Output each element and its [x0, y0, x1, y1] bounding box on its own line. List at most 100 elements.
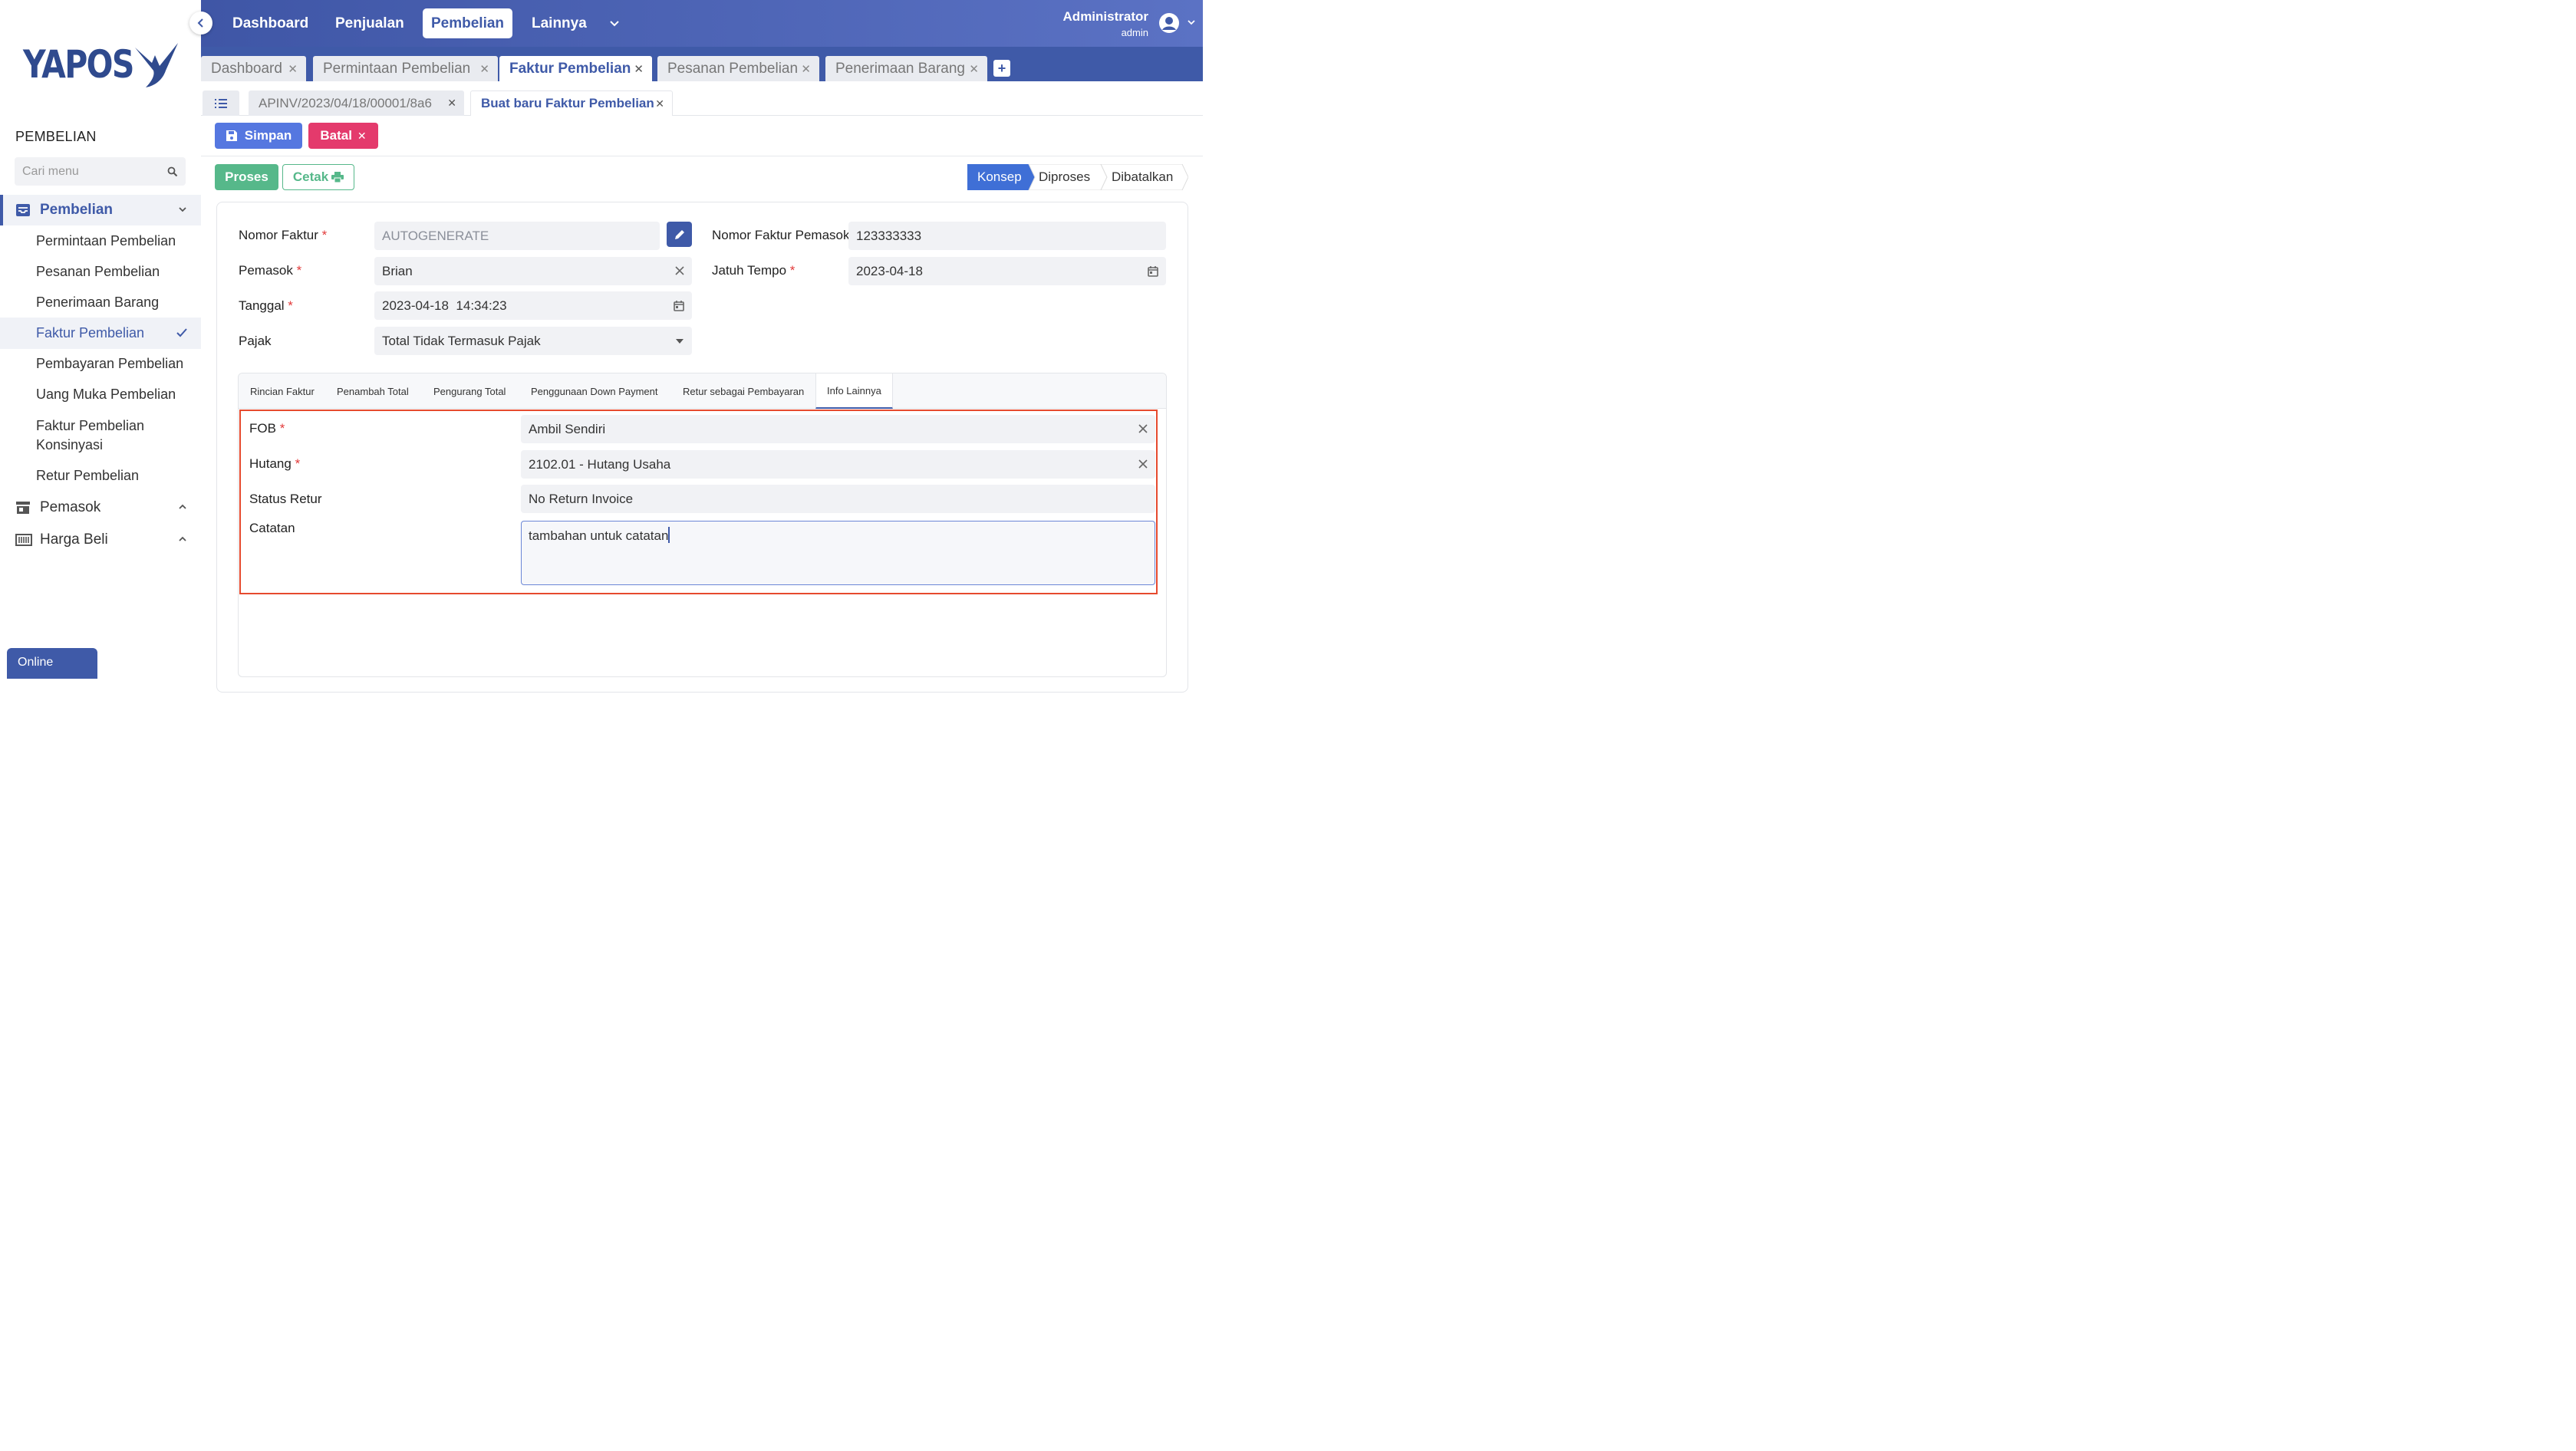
menu-search[interactable] — [15, 157, 186, 186]
sidebar-item-label: Faktur Pembelian — [36, 325, 145, 341]
pemasok-select[interactable]: Brian — [374, 257, 692, 285]
required-mark: * — [789, 263, 796, 278]
hutang-label: Hutang * — [249, 456, 300, 472]
sidebar-group-pemasok[interactable]: Pemasok — [0, 492, 201, 523]
status-step-dibatalkan[interactable]: Dibatalkan — [1112, 169, 1173, 185]
action-bar: Simpan Batal ✕ — [201, 116, 1203, 156]
tanggal-field[interactable]: 2023-04-18 14:34:23 — [374, 291, 692, 320]
required-mark: * — [288, 298, 293, 313]
process-button[interactable]: Proses — [215, 164, 278, 190]
tab-label: Faktur Pembelian — [509, 60, 631, 77]
clear-icon[interactable] — [675, 266, 684, 275]
menu-search-input[interactable] — [22, 164, 153, 179]
tab-permintaan-pembelian[interactable]: Permintaan Pembelian ✕ — [313, 56, 498, 81]
tab-label: Pesanan Pembelian — [667, 60, 799, 77]
pemasok-label: Pemasok * — [239, 263, 301, 278]
close-icon[interactable]: ✕ — [479, 62, 489, 76]
topnav-pembelian[interactable]: Pembelian — [423, 8, 513, 38]
tab-pengurang-total[interactable]: Pengurang Total — [423, 373, 516, 409]
tab-dashboard[interactable]: Dashboard ✕ — [201, 56, 306, 81]
calendar-icon[interactable] — [1148, 265, 1158, 277]
save-button[interactable]: Simpan — [215, 123, 302, 149]
tanggal-value: 2023-04-18 14:34:23 — [382, 298, 507, 313]
nomor-faktur-pemasok-field[interactable]: 123333333 — [848, 222, 1166, 250]
label-text: Tanggal — [239, 298, 285, 313]
bird-logo-icon — [135, 43, 178, 87]
tab-retur-sebagai-pembayaran[interactable]: Retur sebagai Pembayaran — [672, 373, 815, 409]
status-step-konsep[interactable]: Konsep — [977, 169, 1022, 185]
sidebar-item-uang-muka-pembelian[interactable]: Uang Muka Pembelian — [0, 385, 201, 404]
chevron-down-icon[interactable] — [1187, 18, 1196, 26]
clear-icon[interactable] — [1138, 424, 1148, 433]
tab-penggunaan-down-payment[interactable]: Penggunaan Down Payment — [520, 373, 669, 409]
sidebar-item-penerimaan-barang[interactable]: Penerimaan Barang — [0, 293, 201, 312]
detail-tabs-header: Rincian Faktur Penambah Total Pengurang … — [239, 373, 1166, 409]
topnav-penjualan[interactable]: Penjualan — [327, 8, 413, 38]
nomor-faktur-pemasok-label: Nomor Faktur Pemasok — [712, 228, 850, 242]
sidebar-item-faktur-pembelian-konsinyasi[interactable]: Faktur Pembelian Konsinyasi — [0, 416, 169, 456]
sidebar-group-harga-beli[interactable]: Harga Beli — [0, 525, 201, 555]
tab-faktur-pembelian[interactable]: Faktur Pembelian ✕ — [499, 56, 652, 81]
add-tab-button[interactable]: + — [993, 60, 1010, 77]
close-icon[interactable]: ✕ — [447, 97, 456, 110]
online-status-badge[interactable]: Online — [7, 648, 97, 679]
document-tabs: APINV/2023/04/18/00001/8a6 ✕ Buat baru F… — [201, 81, 1203, 116]
chevron-down-icon — [179, 207, 186, 212]
print-label: Cetak — [292, 169, 329, 184]
sidebar-item-retur-pembelian[interactable]: Retur Pembelian — [0, 466, 201, 485]
chevron-up-icon — [179, 536, 186, 541]
fob-value: Ambil Sendiri — [529, 421, 606, 436]
sidebar-group-pembelian[interactable]: Pembelian — [0, 195, 201, 225]
jatuh-tempo-field[interactable]: 2023-04-18 — [848, 257, 1166, 285]
subtab-buat-baru[interactable]: Buat baru Faktur Pembelian ✕ — [470, 90, 673, 116]
subtab-apinv[interactable]: APINV/2023/04/18/00001/8a6 ✕ — [249, 90, 464, 116]
nomor-faktur-field[interactable]: AUTOGENERATE — [374, 222, 660, 250]
check-icon — [176, 328, 187, 337]
search-icon[interactable] — [167, 166, 178, 177]
catatan-textarea[interactable]: tambahan untuk catatan — [521, 521, 1155, 585]
user-avatar-icon[interactable] — [1158, 12, 1180, 34]
chevron-down-icon[interactable] — [609, 19, 620, 28]
close-icon[interactable]: ✕ — [969, 62, 979, 76]
close-icon[interactable]: ✕ — [634, 62, 644, 76]
sidebar-item-faktur-pembelian[interactable]: Faktur Pembelian — [0, 318, 201, 349]
edit-nomor-button[interactable] — [667, 222, 692, 247]
close-icon[interactable]: ✕ — [288, 62, 298, 76]
list-icon — [215, 98, 227, 108]
status-step-diproses[interactable]: Diproses — [1039, 169, 1090, 185]
clear-icon[interactable] — [1138, 459, 1148, 469]
sidebar-group-label: Pembelian — [40, 202, 114, 218]
sidebar-item-permintaan-pembelian[interactable]: Permintaan Pembelian — [0, 232, 201, 251]
label-text: Hutang — [249, 456, 292, 471]
logo-text: YAPOS — [23, 42, 134, 87]
sidebar-item-pembayaran-pembelian[interactable]: Pembayaran Pembelian — [0, 354, 201, 373]
close-icon[interactable]: ✕ — [655, 97, 664, 110]
caret-down-icon — [676, 339, 684, 344]
tab-rincian-faktur[interactable]: Rincian Faktur — [239, 373, 325, 409]
label-text: Pemasok — [239, 263, 293, 278]
inbox-icon — [16, 204, 30, 216]
fob-select[interactable]: Ambil Sendiri — [521, 415, 1155, 443]
tab-penerimaan-barang[interactable]: Penerimaan Barang ✕ — [825, 56, 987, 81]
hutang-select[interactable]: 2102.01 - Hutang Usaha — [521, 450, 1155, 479]
cancel-button[interactable]: Batal ✕ — [308, 123, 378, 149]
topnav-dashboard[interactable]: Dashboard — [224, 8, 317, 38]
chevron-left-icon — [197, 18, 203, 28]
hutang-value: 2102.01 - Hutang Usaha — [529, 456, 671, 472]
calendar-icon[interactable] — [674, 300, 684, 311]
sidebar-group-label: Harga Beli — [40, 531, 108, 548]
tab-pesanan-pembelian[interactable]: Pesanan Pembelian ✕ — [657, 56, 819, 81]
pajak-select[interactable]: Total Tidak Termasuk Pajak — [374, 327, 692, 355]
print-button[interactable]: Cetak — [282, 164, 354, 190]
tab-penambah-total[interactable]: Penambah Total — [326, 373, 420, 409]
close-icon[interactable]: ✕ — [801, 62, 811, 76]
sidebar-item-pesanan-pembelian[interactable]: Pesanan Pembelian — [0, 262, 201, 281]
cancel-label: Batal — [320, 128, 352, 143]
topnav-lainnya[interactable]: Lainnya — [523, 8, 595, 38]
sidebar-collapse-button[interactable] — [189, 12, 212, 35]
tab-label: Penerimaan Barang — [835, 60, 965, 77]
list-view-button[interactable] — [203, 90, 239, 116]
tab-info-lainnya[interactable]: Info Lainnya — [815, 373, 893, 409]
store-icon — [16, 502, 30, 514]
user-role: admin — [1121, 27, 1148, 38]
